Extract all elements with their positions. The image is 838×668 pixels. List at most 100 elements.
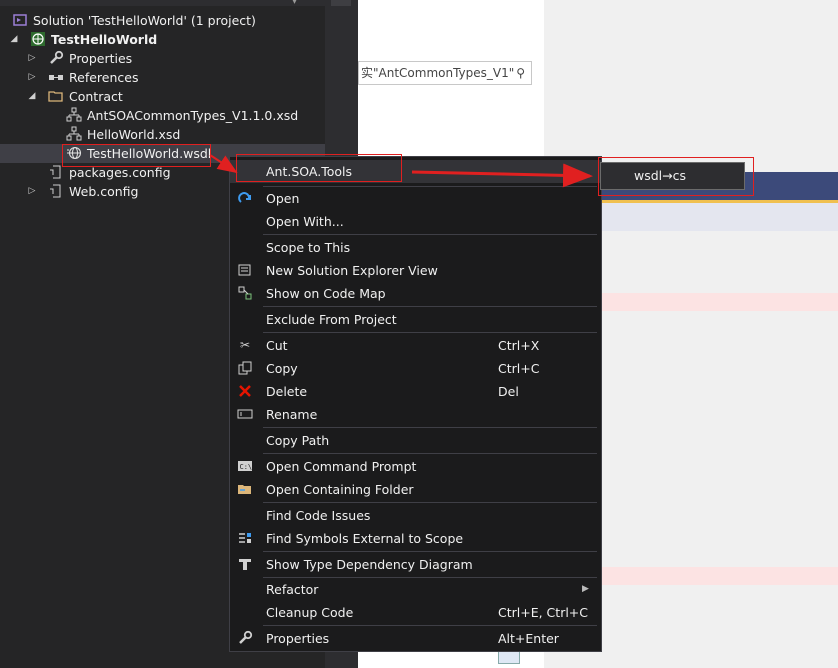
- menu-separator: [263, 502, 597, 503]
- search-input[interactable]: 实"AntCommonTypes_V1" ⚲: [358, 61, 532, 85]
- find-symbols-icon: [237, 530, 253, 546]
- menu-item-cut[interactable]: ✂ Cut Ctrl+X: [230, 334, 601, 357]
- tree-item-label: Contract: [69, 89, 123, 104]
- menu-item-label: Find Code Issues: [266, 508, 371, 523]
- menu-item-label: Copy: [266, 361, 298, 376]
- new-view-icon: [237, 262, 253, 278]
- menu-item-label: Rename: [266, 407, 318, 422]
- tree-item-label: HelloWorld.xsd: [87, 127, 181, 142]
- xsd-file-icon: [66, 107, 82, 123]
- annotation-box-menu-item: [236, 154, 402, 182]
- menu-item-label: Exclude From Project: [266, 312, 397, 327]
- highlight-row: [600, 293, 838, 311]
- tree-item-label: Properties: [69, 51, 133, 66]
- menu-item-label: Cleanup Code: [266, 605, 354, 620]
- menu-item-label: Show on Code Map: [266, 286, 386, 301]
- menu-item-open-containing-folder[interactable]: Open Containing Folder: [230, 478, 601, 501]
- menu-item-properties[interactable]: Properties Alt+Enter: [230, 627, 601, 650]
- menu-item-label: Copy Path: [266, 433, 330, 448]
- annotation-box-submenu: [598, 157, 754, 196]
- menu-item-copy[interactable]: Copy Ctrl+C: [230, 357, 601, 380]
- column-header-bar: [600, 203, 838, 231]
- tree-item-file[interactable]: HelloWorld.xsd: [0, 125, 325, 144]
- xsd-file-icon: [66, 126, 82, 142]
- explorer-top-strip: ▾: [0, 0, 325, 7]
- tree-item-file[interactable]: AntSOACommonTypes_V1.1.0.xsd: [0, 106, 325, 125]
- wrench-icon: [237, 630, 253, 646]
- rename-icon: [237, 406, 253, 422]
- menu-item-open-command-prompt[interactable]: C:\ Open Command Prompt: [230, 455, 601, 478]
- menu-separator: [263, 427, 597, 428]
- solution-icon: [12, 12, 28, 28]
- menu-item-shortcut: Del: [498, 384, 519, 399]
- menu-item-show-type-dependency-diagram[interactable]: Show Type Dependency Diagram: [230, 553, 601, 576]
- menu-item-find-code-issues[interactable]: Find Code Issues: [230, 504, 601, 527]
- menu-item-show-on-code-map[interactable]: Show on Code Map: [230, 282, 601, 305]
- tree-item-label: TestHelloWorld: [51, 32, 158, 47]
- menu-item-label: Refactor: [266, 582, 319, 597]
- menu-item-rename[interactable]: Rename: [230, 403, 601, 426]
- menu-item-label: Open Command Prompt: [266, 459, 417, 474]
- menu-item-shortcut: Ctrl+C: [498, 361, 540, 376]
- expanded-triangle-icon[interactable]: ◢: [9, 30, 19, 49]
- search-icon[interactable]: ⚲: [516, 62, 525, 84]
- menu-item-refactor[interactable]: Refactor ▶: [230, 578, 601, 601]
- menu-separator: [263, 332, 597, 333]
- search-input-text: 实"AntCommonTypes_V1": [361, 66, 515, 80]
- menu-item-cleanup-code[interactable]: Cleanup Code Ctrl+E, Ctrl+C: [230, 601, 601, 624]
- scissors-icon: ✂: [239, 338, 251, 352]
- menu-item-label: Open: [266, 191, 300, 206]
- menu-item-label: Open With...: [266, 214, 344, 229]
- svg-text:C:\: C:\: [240, 463, 253, 471]
- menu-item-label: Find Symbols External to Scope: [266, 531, 464, 546]
- tree-item-solution[interactable]: Solution 'TestHelloWorld' (1 project): [0, 11, 325, 30]
- menu-item-shortcut: Alt+Enter: [498, 631, 559, 646]
- delete-x-icon: [237, 383, 253, 399]
- menu-item-label: Scope to This: [266, 240, 351, 255]
- collapsed-triangle-icon[interactable]: ▷: [27, 68, 37, 87]
- tree-item-references[interactable]: ▷ References: [0, 68, 325, 87]
- highlight-row: [600, 567, 838, 585]
- menu-item-label: Properties: [266, 631, 330, 646]
- tree-item-label: AntSOACommonTypes_V1.1.0.xsd: [87, 108, 299, 123]
- menu-separator: [263, 234, 597, 235]
- menu-item-copy-path[interactable]: Copy Path: [230, 429, 601, 452]
- type-dependency-icon: [237, 556, 253, 572]
- menu-separator: [263, 625, 597, 626]
- menu-item-delete[interactable]: Delete Del: [230, 380, 601, 403]
- menu-item-open-with[interactable]: Open With...: [230, 210, 601, 233]
- menu-separator: [263, 306, 597, 307]
- menu-item-scope-to-this[interactable]: Scope to This: [230, 236, 601, 259]
- menu-item-find-symbols-external[interactable]: Find Symbols External to Scope: [230, 527, 601, 550]
- divider-tab[interactable]: [331, 0, 351, 6]
- chevron-down-icon[interactable]: ▾: [292, 0, 297, 7]
- menu-item-label: New Solution Explorer View: [266, 263, 438, 278]
- menu-item-new-solution-explorer-view[interactable]: New Solution Explorer View: [230, 259, 601, 282]
- tree-item-label: Solution 'TestHelloWorld' (1 project): [33, 13, 256, 28]
- collapsed-triangle-icon[interactable]: ▷: [27, 182, 37, 201]
- folder-icon: [237, 481, 253, 497]
- wrench-icon: [48, 50, 64, 66]
- tree-item-label: Web.config: [69, 184, 139, 199]
- tree-item-project[interactable]: ◢ TestHelloWorld: [0, 30, 325, 49]
- tree-item-contract[interactable]: ◢ Contract: [0, 87, 325, 106]
- menu-separator: [263, 453, 597, 454]
- menu-item-open[interactable]: Open: [230, 187, 601, 210]
- expanded-triangle-icon[interactable]: ◢: [27, 87, 37, 106]
- menu-item-shortcut: Ctrl+X: [498, 338, 540, 353]
- folder-open-icon: [48, 88, 64, 104]
- menu-item-label: Open Containing Folder: [266, 482, 414, 497]
- copy-icon: [237, 360, 253, 376]
- menu-item-label: Cut: [266, 338, 288, 353]
- open-arrow-icon: [237, 190, 253, 206]
- collapsed-triangle-icon[interactable]: ▷: [27, 49, 37, 68]
- menu-item-exclude-from-project[interactable]: Exclude From Project: [230, 308, 601, 331]
- web-project-icon: [30, 31, 46, 47]
- config-file-icon: [48, 183, 64, 199]
- menu-item-label: Show Type Dependency Diagram: [266, 557, 473, 572]
- tree-item-label: References: [69, 70, 139, 85]
- tree-item-properties[interactable]: ▷ Properties: [0, 49, 325, 68]
- references-icon: [48, 69, 64, 85]
- menu-separator: [263, 551, 597, 552]
- context-menu: Ant.SOA.Tools Open Open With... Scope to…: [229, 156, 602, 652]
